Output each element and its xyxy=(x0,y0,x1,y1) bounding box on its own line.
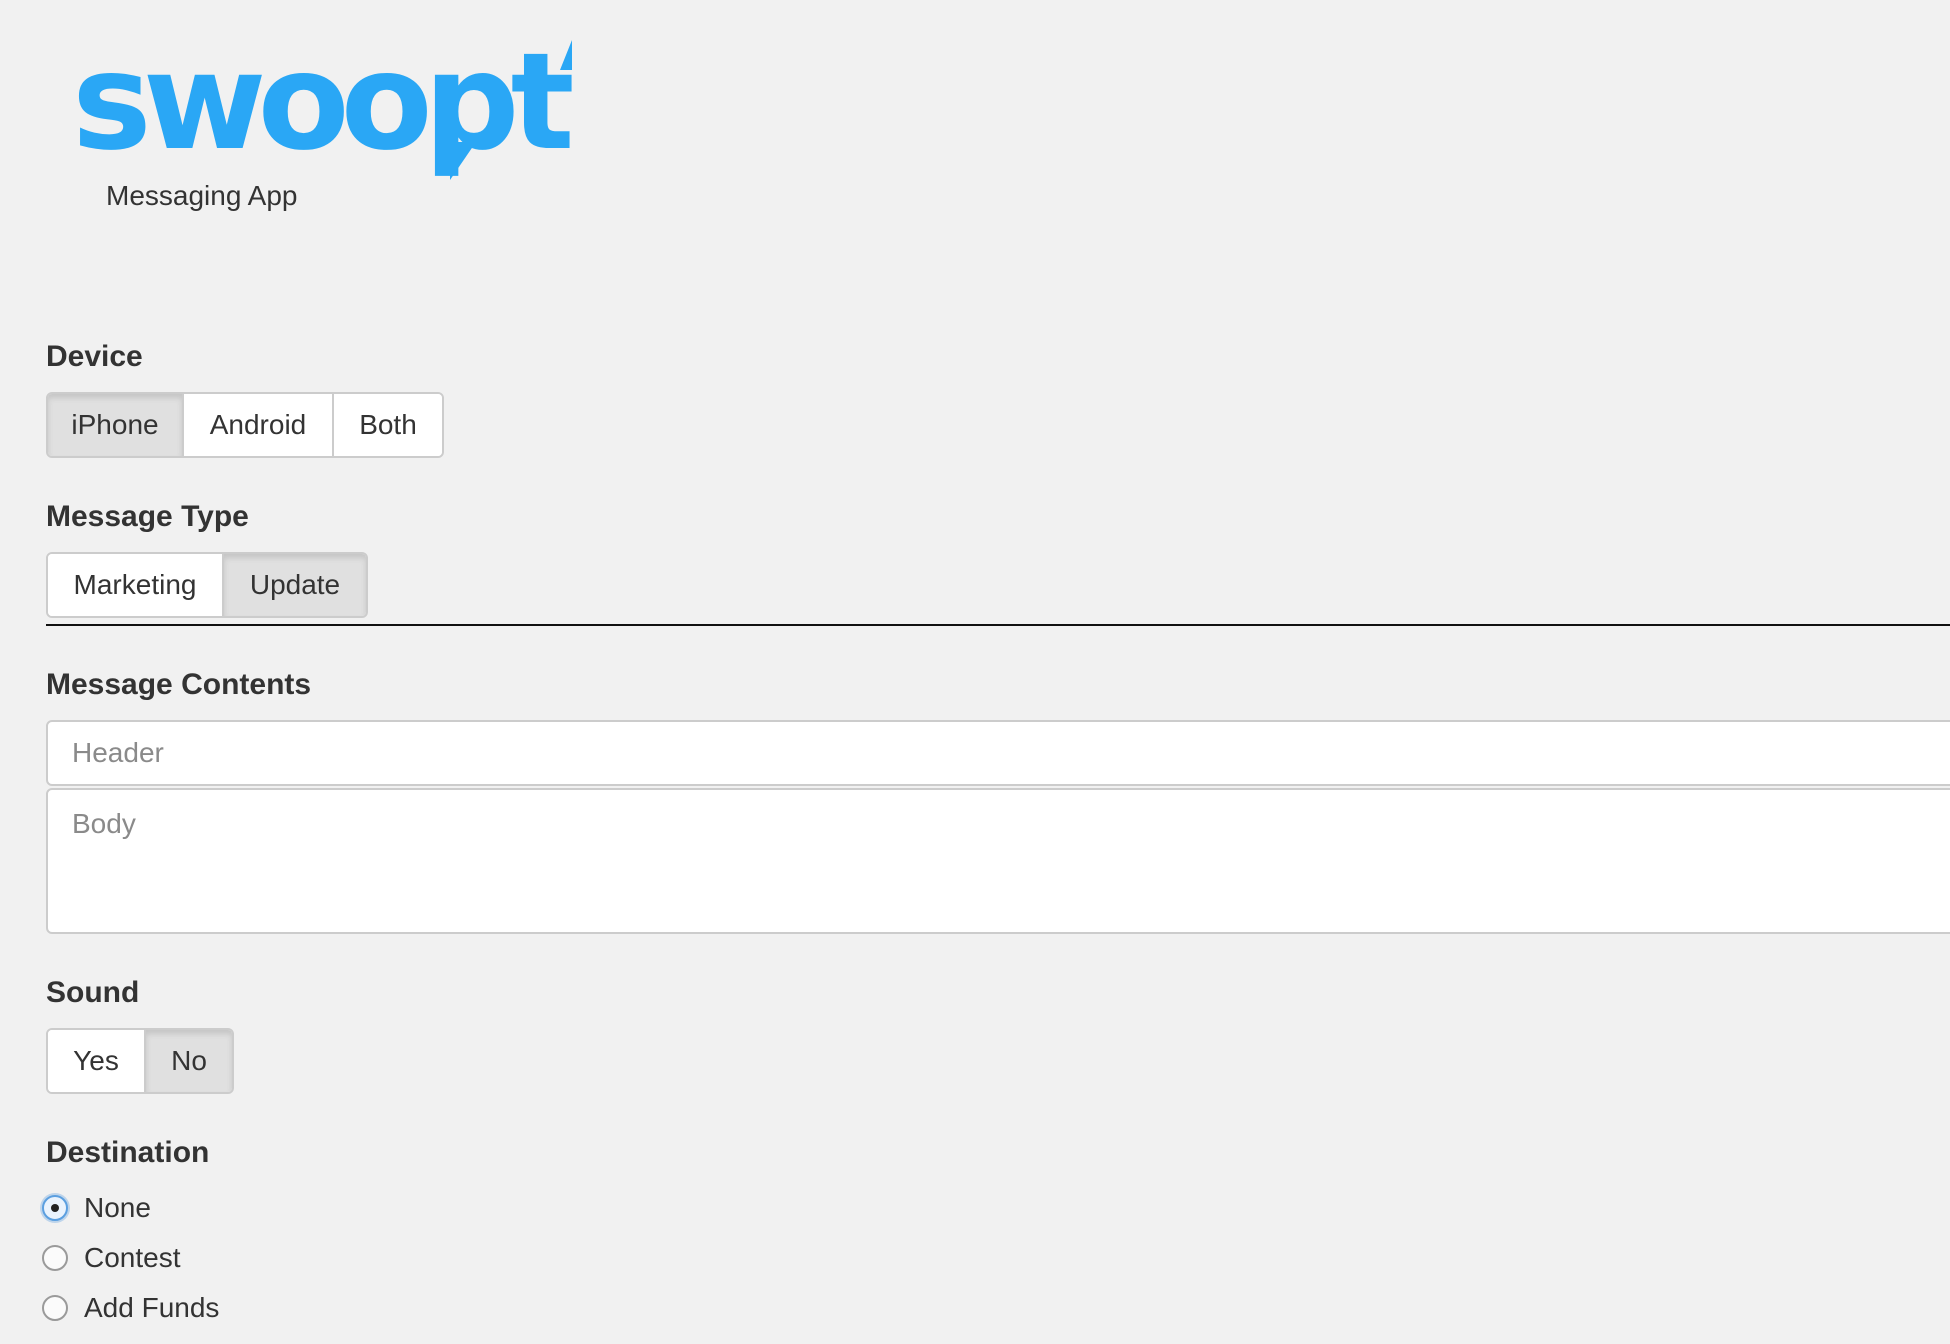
message-type-update-button[interactable]: Update xyxy=(224,554,366,616)
device-button-group: iPhone Android Both xyxy=(46,392,444,458)
swoopt-logo-graphic: swoopt xyxy=(72,30,581,180)
message-type-marketing-button[interactable]: Marketing xyxy=(48,554,224,616)
app-tagline: Messaging App xyxy=(106,180,298,211)
destination-option-none[interactable]: None xyxy=(42,1188,151,1228)
message-contents-label: Message Contents xyxy=(46,668,312,701)
radio-button[interactable] xyxy=(42,1195,68,1221)
destination-label: Destination xyxy=(46,1136,210,1169)
device-both-button[interactable]: Both xyxy=(334,394,442,456)
destination-option-contest[interactable]: Contest xyxy=(42,1238,181,1278)
swoopt-logo: swoopt xyxy=(72,30,602,180)
radio-button[interactable] xyxy=(42,1245,68,1271)
messaging-app-page: swoopt Messaging App Device iPhone Andro… xyxy=(0,0,1950,1344)
sound-no-button[interactable]: No xyxy=(146,1030,232,1092)
header-input[interactable] xyxy=(46,720,1950,786)
device-label: Device xyxy=(46,340,143,373)
destination-option-label: None xyxy=(84,1192,151,1223)
destination-option-label: Contest xyxy=(84,1242,181,1273)
logo-wordmark: swoopt xyxy=(72,30,572,180)
radio-button[interactable] xyxy=(42,1295,68,1321)
device-android-button[interactable]: Android xyxy=(184,394,334,456)
destination-option-label: Add Funds xyxy=(84,1292,220,1323)
sound-label: Sound xyxy=(46,976,140,1009)
sound-yes-button[interactable]: Yes xyxy=(48,1030,146,1092)
message-type-label: Message Type xyxy=(46,500,249,533)
message-type-button-group: Marketing Update xyxy=(46,552,368,618)
body-textarea[interactable] xyxy=(46,788,1950,934)
sound-button-group: Yes No xyxy=(46,1028,234,1094)
section-divider xyxy=(46,624,1950,626)
destination-option-add-funds[interactable]: Add Funds xyxy=(42,1288,219,1328)
device-iphone-button[interactable]: iPhone xyxy=(48,394,184,456)
